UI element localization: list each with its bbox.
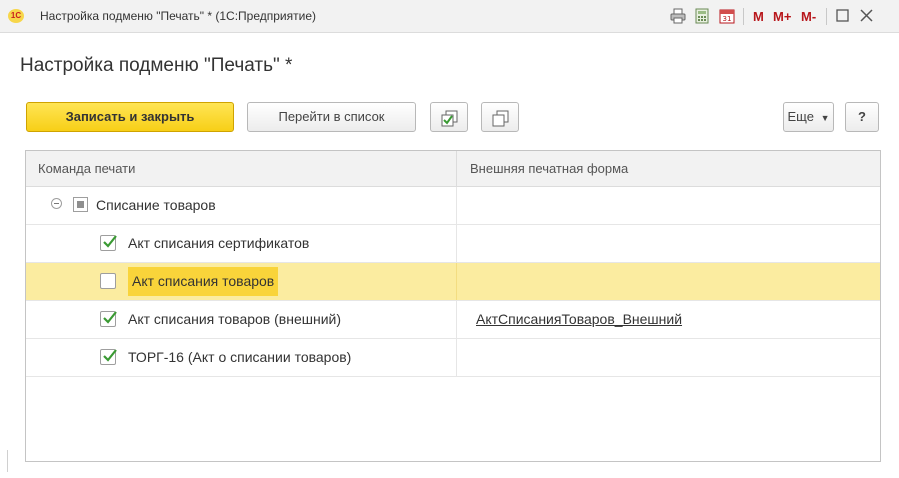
toolbar-divider	[743, 8, 744, 25]
chevron-down-icon: ▼	[820, 113, 830, 123]
print-command-label: ТОРГ-16 (Акт о списании товаров)	[128, 349, 352, 365]
table-row[interactable]: Акт списания сертификатов	[26, 225, 880, 263]
help-button[interactable]: ?	[845, 102, 879, 132]
more-button-label: Еще	[787, 109, 814, 124]
column-divider	[456, 301, 457, 338]
row-checkbox-checked[interactable]	[100, 311, 117, 327]
svg-text:31: 31	[723, 15, 732, 23]
print-commands-table: Команда печати Внешняя печатная форма Сп…	[25, 150, 881, 462]
close-icon[interactable]	[860, 9, 873, 27]
maximize-icon[interactable]	[836, 9, 849, 27]
column-divider	[456, 187, 457, 224]
table-header: Команда печати Внешняя печатная форма	[26, 151, 880, 187]
app-logo-icon: 1С	[8, 9, 24, 23]
column-divider	[456, 151, 457, 186]
window-title: Настройка подменю "Печать" * (1С:Предпри…	[40, 9, 316, 23]
window-titlebar: 1С Настройка подменю "Печать" * (1С:Пред…	[0, 0, 899, 33]
indeterminate-mark-icon	[77, 201, 84, 208]
collapse-icon[interactable]	[51, 198, 62, 209]
page-title: Настройка подменю "Печать" *	[20, 55, 293, 76]
row-checkbox-checked[interactable]	[100, 349, 117, 365]
memory-minus-button[interactable]: M-	[801, 9, 816, 24]
calendar-icon[interactable]: 31	[718, 7, 736, 30]
check-all-button[interactable]	[430, 102, 468, 132]
print-command-label: Акт списания товаров	[128, 267, 279, 296]
uncheck-all-button[interactable]	[481, 102, 519, 132]
column-divider	[456, 339, 457, 376]
goto-list-button[interactable]: Перейти в список	[247, 102, 416, 132]
more-button[interactable]: Еще ▼	[783, 102, 834, 132]
column-divider	[456, 263, 457, 300]
column-divider	[456, 225, 457, 262]
column-header-print-command[interactable]: Команда печати	[38, 151, 135, 186]
print-command-label: Акт списания товаров (внешний)	[128, 311, 342, 327]
calculator-icon[interactable]	[693, 7, 711, 30]
column-header-external-form[interactable]: Внешняя печатная форма	[470, 151, 628, 186]
save-and-close-button[interactable]: Записать и закрыть	[26, 102, 234, 132]
print-icon[interactable]	[669, 7, 687, 30]
memory-button[interactable]: M	[753, 9, 764, 24]
row-checkbox-checked[interactable]	[100, 235, 117, 251]
uncheck-all-icon	[492, 109, 509, 137]
table-row-selected[interactable]: Акт списания товаров	[26, 263, 880, 301]
check-all-icon	[441, 109, 458, 137]
table-row-group[interactable]: Списание товаров	[26, 187, 880, 225]
print-command-label: Акт списания сертификатов	[128, 235, 310, 251]
table-row[interactable]: Акт списания товаров (внешний) АктСписан…	[26, 301, 880, 339]
memory-plus-button[interactable]: M+	[773, 9, 791, 24]
table-row[interactable]: ТОРГ-16 (Акт о списании товаров)	[26, 339, 880, 377]
row-checkbox-unchecked[interactable]	[100, 273, 116, 289]
window-edge	[7, 450, 8, 472]
toolbar-divider	[826, 8, 827, 25]
group-checkbox[interactable]	[73, 197, 88, 212]
external-form-link[interactable]: АктСписанияТоваров_Внешний	[476, 311, 682, 327]
group-label: Списание товаров	[96, 197, 216, 213]
